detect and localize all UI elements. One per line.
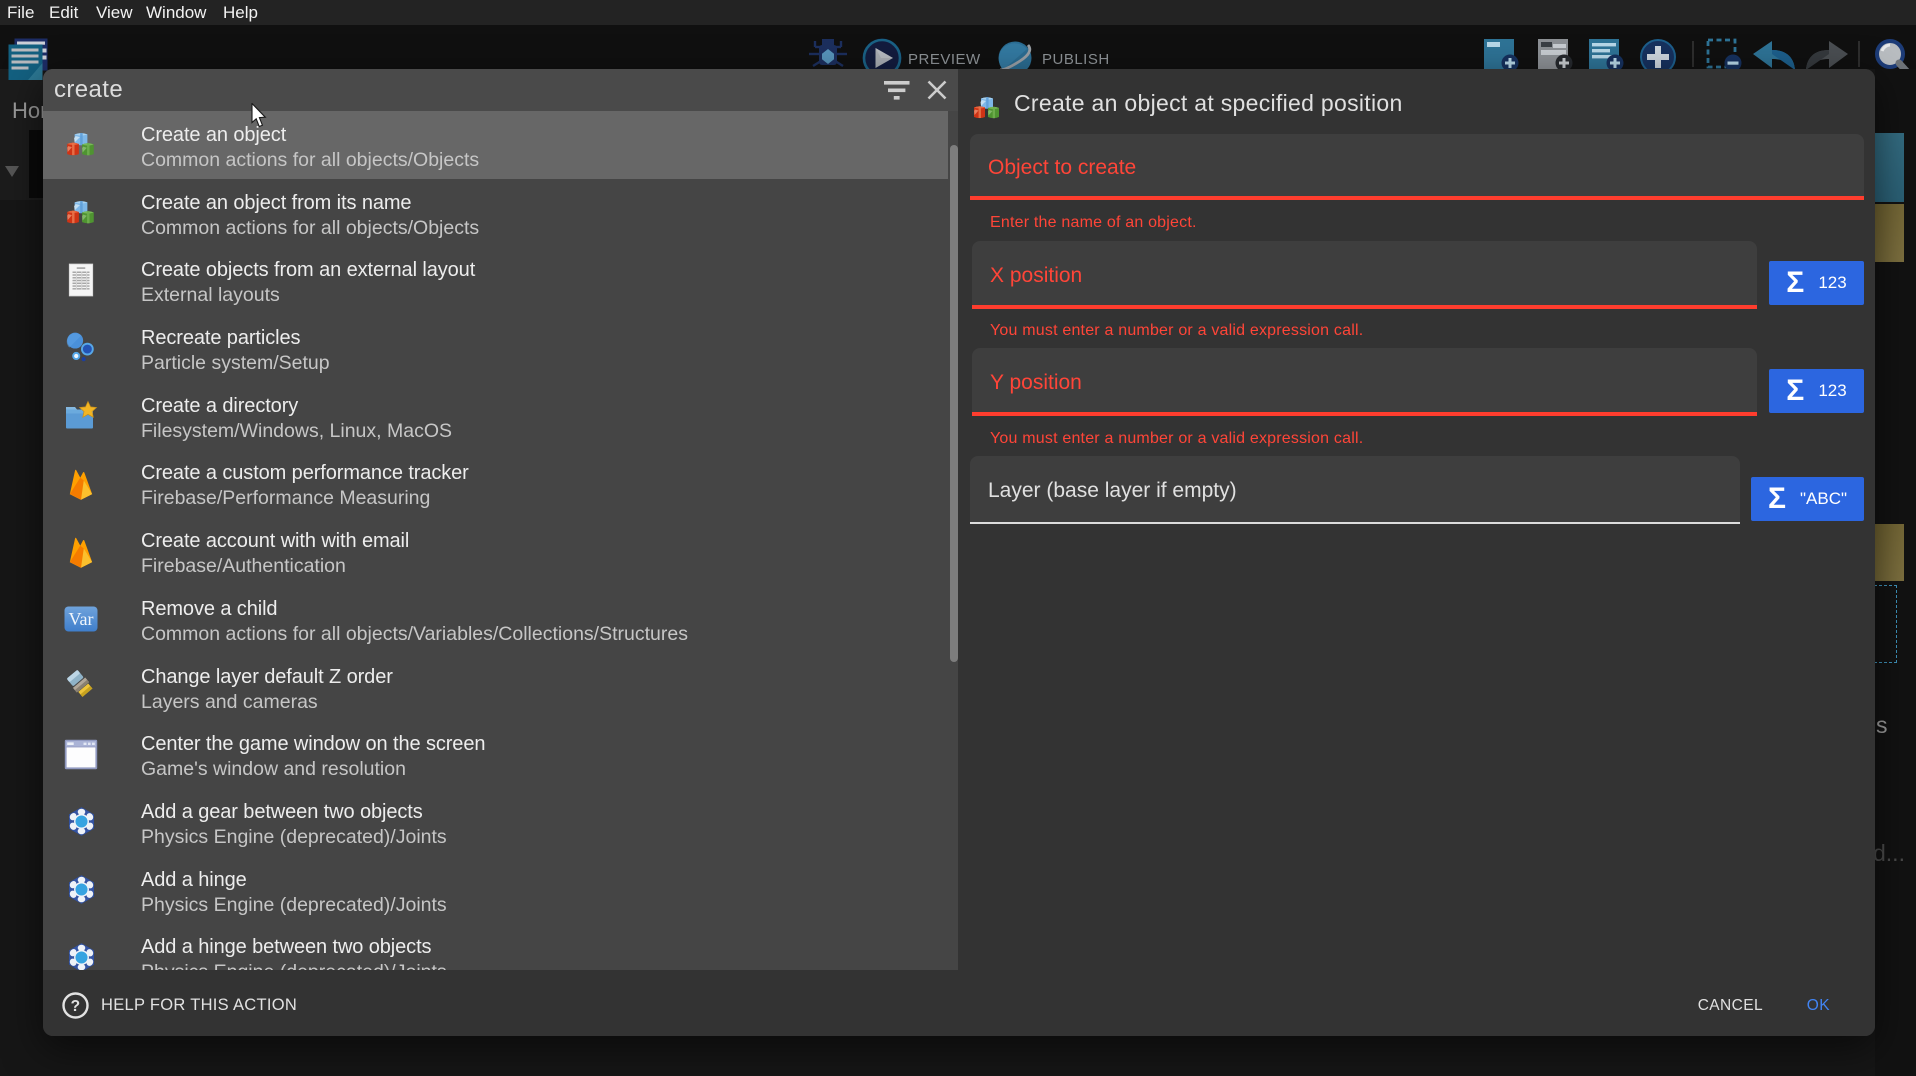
svg-text:?: ? <box>71 998 81 1015</box>
svg-text:Var: Var <box>69 609 94 629</box>
